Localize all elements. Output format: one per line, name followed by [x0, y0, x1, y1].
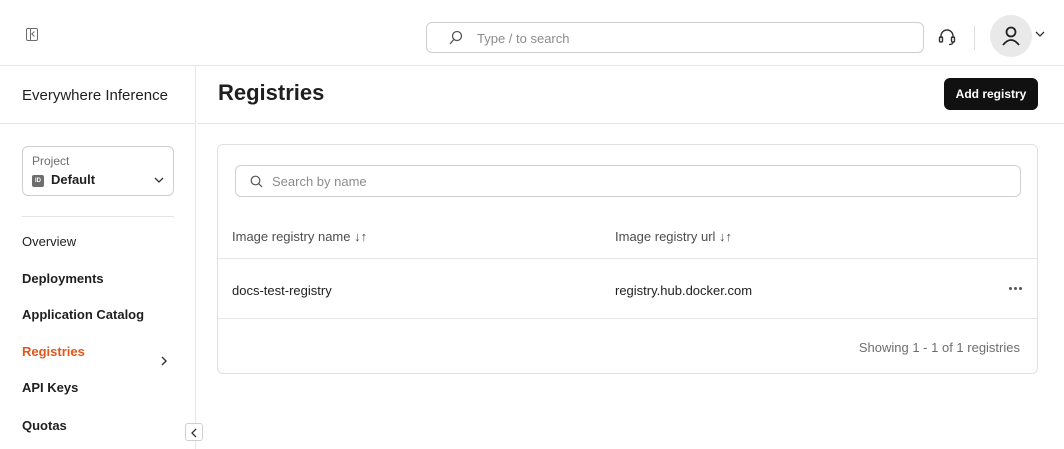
registry-search-input[interactable]: Search by name [235, 165, 1021, 197]
more-icon[interactable] [1007, 279, 1025, 297]
page-title: Registries [218, 80, 325, 105]
chevron-down-icon [154, 177, 164, 183]
column-header-name[interactable]: Image registry name ↓↑ [232, 229, 367, 244]
project-label: Project [32, 154, 70, 168]
sidebar-item-api-keys[interactable]: API Keys [22, 380, 78, 395]
add-registry-button[interactable]: Add registry [944, 78, 1038, 110]
header-divider [218, 258, 1037, 259]
registry-search-placeholder: Search by name [272, 174, 367, 189]
chevron-left-icon [191, 428, 197, 438]
global-search-placeholder: Type / to search [477, 31, 570, 46]
sidebar-item-application-catalog[interactable]: Application Catalog [22, 307, 144, 322]
sidebar-item-quotas[interactable]: Quotas [22, 418, 67, 433]
sidebar-header: Everywhere Inference [0, 66, 195, 124]
row-divider [218, 318, 1037, 319]
user-icon [1002, 26, 1020, 46]
headset-icon[interactable] [938, 28, 956, 46]
chevron-right-icon[interactable] [160, 356, 168, 366]
sidebar: Everywhere Inference Project ID Default … [0, 66, 196, 449]
cell-registry-name: docs-test-registry [232, 283, 332, 298]
top-bar: Type / to search [0, 0, 1064, 66]
registries-table-card: Search by name Image registry name ↓↑ Im… [217, 144, 1038, 374]
sidebar-collapse-icon[interactable] [26, 28, 38, 41]
app-title: Everywhere Inference [22, 87, 168, 104]
project-value: Default [51, 172, 96, 187]
column-header-url[interactable]: Image registry url ↓↑ [615, 229, 732, 244]
sidebar-item-registries[interactable]: Registries [22, 344, 85, 359]
search-icon [449, 30, 463, 45]
cell-registry-url: registry.hub.docker.com [615, 283, 753, 298]
page-header: Registries Add registry [197, 66, 1064, 124]
project-id-badge: ID [32, 175, 44, 187]
sidebar-item-deployments[interactable]: Deployments [22, 271, 104, 286]
sidebar-toggle-button[interactable] [185, 423, 203, 441]
topbar-divider [974, 26, 975, 50]
project-select[interactable]: Project ID Default [22, 146, 174, 196]
global-search-input[interactable]: Type / to search [426, 22, 924, 53]
pagination-summary: Showing 1 - 1 of 1 registries [858, 340, 1020, 355]
chevron-down-icon[interactable] [1035, 30, 1045, 38]
sidebar-divider [22, 216, 174, 217]
sidebar-item-overview[interactable]: Overview [22, 234, 76, 249]
avatar[interactable] [990, 15, 1032, 57]
search-icon [250, 175, 263, 188]
